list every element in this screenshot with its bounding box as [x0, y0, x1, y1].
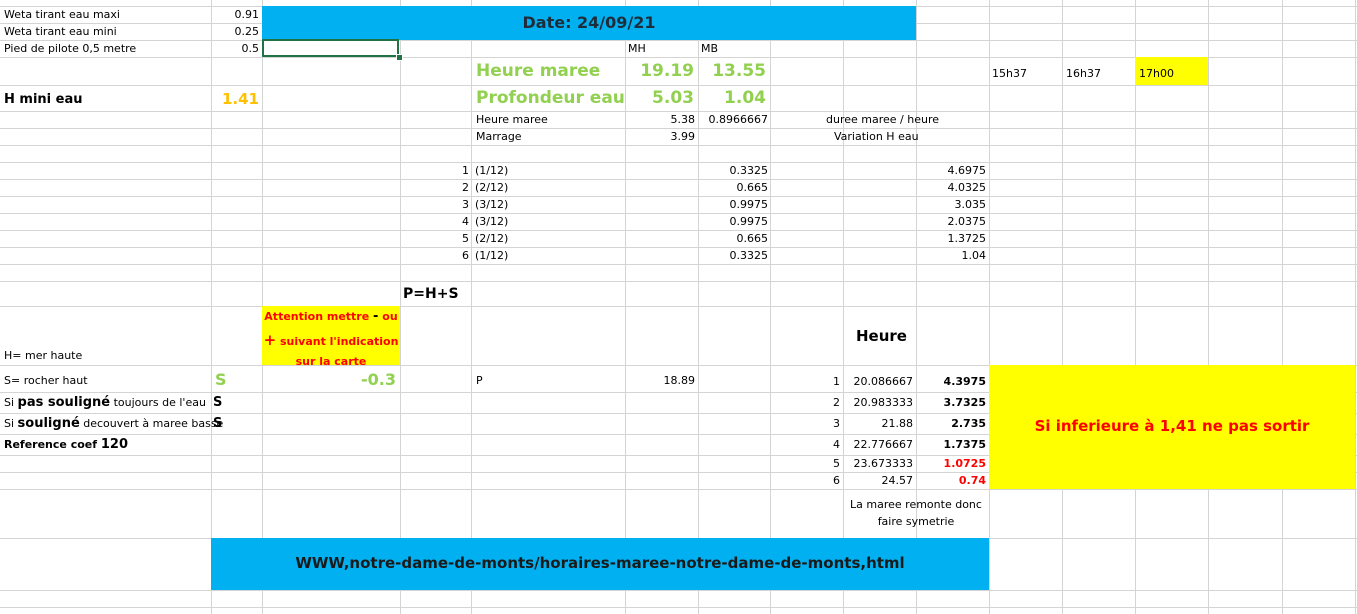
formula-label: P=H+S [403, 286, 459, 302]
row-label-pilote: Pied de pilote 0,5 metre [4, 42, 137, 55]
row-value-pilote: 0.5 [241, 42, 260, 55]
mh-header: MH [628, 42, 646, 55]
hour-h: 21.88 [881, 417, 914, 430]
s-rocher-s: S [215, 370, 227, 389]
twelfth-frac: (3/12) [475, 215, 509, 228]
hour-n: 6 [833, 474, 840, 487]
mb-header: MB [701, 42, 719, 55]
pas-souligne-s: S [213, 395, 223, 410]
marrage-label: Marrage [476, 130, 522, 143]
twelfth-frac: (3/12) [475, 198, 509, 211]
h-mer-haute-label: H= mer haute [4, 349, 83, 362]
hour-h: 23.673333 [853, 457, 914, 470]
hour-n: 3 [833, 417, 840, 430]
hour-h: 20.086667 [853, 375, 914, 388]
time-16h37: 16h37 [1066, 67, 1101, 80]
twelfth-h: 3.035 [954, 198, 987, 211]
pas-souligne-label: Si pas souligné toujours de l'eau [4, 395, 206, 410]
twelfth-v: 0.665 [736, 181, 769, 194]
selected-cell[interactable] [262, 39, 399, 57]
heure-label: Heure [856, 327, 907, 345]
twelfth-v: 0.665 [736, 232, 769, 245]
twelfth-h: 1.3725 [947, 232, 987, 245]
p-label: P [476, 374, 483, 387]
hour-n: 4 [833, 438, 840, 451]
hmini-value: 1.41 [221, 90, 259, 108]
profondeur-mb: 1.04 [724, 88, 766, 108]
twelfth-n: 3 [462, 198, 469, 211]
spreadsheet-grid[interactable]: Date: 24/09/21 Si inferieure à 1,41 ne p… [0, 0, 1357, 614]
heure-maree-small-b: 0.8966667 [708, 113, 769, 126]
s-rocher-value: -0.3 [361, 370, 396, 389]
hour-v: 1.0725 [943, 457, 986, 470]
twelfth-n: 6 [462, 249, 469, 262]
row-label-maxi: Weta tirant eau maxi [4, 8, 120, 21]
hour-h: 24.57 [881, 474, 914, 487]
twelfth-v: 0.9975 [729, 215, 769, 228]
remonte-line1: La maree remonte donc [850, 498, 982, 511]
heure-maree-small-label: Heure maree [476, 113, 548, 126]
hour-v: 1.7375 [943, 438, 986, 451]
fill-handle[interactable] [396, 54, 403, 61]
twelfth-h: 1.04 [961, 249, 987, 262]
twelfth-frac: (2/12) [475, 232, 509, 245]
hour-h: 20.983333 [853, 396, 914, 409]
twelfth-v: 0.3325 [729, 164, 769, 177]
row-value-mini: 0.25 [234, 25, 260, 38]
variation-label: Variation H eau [834, 130, 919, 143]
marrage-value: 3.99 [670, 130, 696, 143]
twelfth-frac: (2/12) [475, 181, 509, 194]
twelfth-n: 1 [462, 164, 469, 177]
souligne-label: Si souligné decouvert à maree basse [4, 416, 224, 431]
twelfth-frac: (1/12) [475, 249, 509, 262]
attention-text-line3: sur la carte [295, 355, 367, 365]
hour-n: 5 [833, 457, 840, 470]
hour-n: 1 [833, 375, 840, 388]
warning-text: Si inferieure à 1,41 ne pas sortir [1034, 417, 1310, 435]
url-banner-text[interactable]: WWW,notre-dame-de-monts/horaires-maree-n… [211, 554, 989, 573]
attention-text-line2: + suivant l'indication [263, 331, 399, 349]
duree-label: duree maree / heure [826, 113, 939, 126]
hour-v: 4.3975 [943, 375, 986, 388]
twelfth-h: 4.6975 [947, 164, 987, 177]
hour-v: 3.7325 [943, 396, 986, 409]
twelfth-h: 4.0325 [947, 181, 987, 194]
p-value: 18.89 [663, 374, 696, 387]
remonte-line2: faire symetrie [877, 515, 955, 528]
heure-maree-label: Heure maree [476, 61, 601, 81]
hour-v: 0.74 [958, 474, 986, 487]
attention-text-line1: Attention mettre - ou [264, 309, 398, 324]
twelfth-v: 0.9975 [729, 198, 769, 211]
row-value-maxi: 0.91 [234, 8, 260, 21]
souligne-s: S [213, 416, 223, 431]
profondeur-mh: 5.03 [652, 88, 694, 108]
hour-h: 22.776667 [853, 438, 914, 451]
date-banner-text: Date: 24/09/21 [522, 13, 656, 32]
row-label-mini: Weta tirant eau mini [4, 25, 117, 38]
reference-coef: Reference coef 120 [4, 437, 128, 452]
twelfth-h: 2.0375 [947, 215, 987, 228]
twelfth-n: 4 [462, 215, 469, 228]
heure-maree-small-a: 5.38 [670, 113, 696, 126]
hour-n: 2 [833, 396, 840, 409]
twelfth-frac: (1/12) [475, 164, 509, 177]
hmini-label: H mini eau [4, 92, 83, 107]
heure-maree-mb: 13.55 [712, 61, 766, 81]
twelfth-n: 5 [462, 232, 469, 245]
twelfth-n: 2 [462, 181, 469, 194]
heure-maree-mh: 19.19 [640, 61, 694, 81]
time-17h00: 17h00 [1139, 67, 1174, 80]
s-rocher-label: S= rocher haut [4, 374, 88, 387]
hour-v: 2.735 [951, 417, 986, 430]
time-15h37: 15h37 [992, 67, 1027, 80]
twelfth-v: 0.3325 [729, 249, 769, 262]
profondeur-label: Profondeur eau [476, 88, 625, 108]
